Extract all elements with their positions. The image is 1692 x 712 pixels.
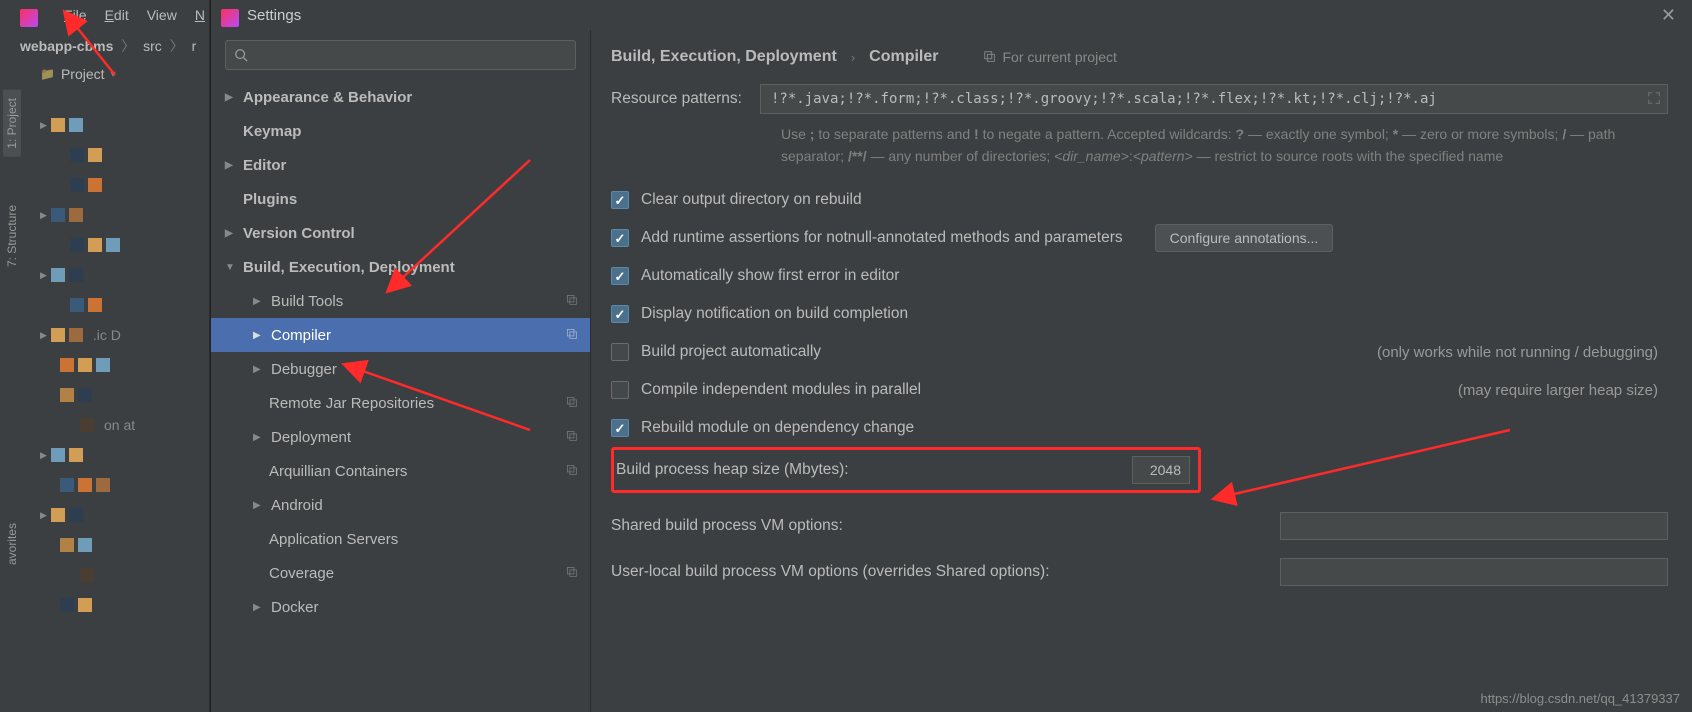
scope-icon bbox=[565, 463, 578, 480]
search-icon bbox=[234, 48, 248, 62]
menubar: FFileile EditEdit View N bbox=[0, 0, 209, 30]
chk-build-auto-label: Build project automatically bbox=[641, 343, 821, 361]
resource-patterns-hint: Use ; to separate patterns and ! to nega… bbox=[781, 124, 1668, 167]
nav-build-exec-deploy[interactable]: ▼Build, Execution, Deployment bbox=[211, 250, 590, 284]
resource-patterns-label: Resource patterns: bbox=[611, 90, 742, 108]
heap-size-label: Build process heap size (Mbytes): bbox=[616, 461, 849, 479]
sidetab-favorites[interactable]: avorites bbox=[3, 515, 21, 573]
watermark: https://blog.csdn.net/qq_41379337 bbox=[1481, 691, 1681, 706]
menu-edit[interactable]: EditEdit bbox=[105, 7, 129, 23]
nav-debugger[interactable]: ▶Debugger bbox=[211, 352, 590, 386]
settings-dialog: Settings ✕ ▶Appearance & Behavior Keymap… bbox=[210, 0, 1692, 712]
nav-arquillian[interactable]: Arquillian Containers bbox=[211, 454, 590, 488]
breadcrumb: webapp-cbms 〉 src 〉 r bbox=[0, 30, 209, 62]
menu-n[interactable]: N bbox=[195, 7, 205, 23]
shared-vm-label: Shared build process VM options: bbox=[611, 517, 843, 535]
heap-size-highlight: Build process heap size (Mbytes): bbox=[611, 447, 1201, 493]
for-current-project: For current project bbox=[983, 49, 1117, 65]
chk-clear-output[interactable] bbox=[611, 191, 629, 209]
nav-appearance[interactable]: ▶Appearance & Behavior bbox=[211, 80, 590, 114]
search-input[interactable] bbox=[254, 48, 567, 63]
breadcrumb-root[interactable]: webapp-cbms bbox=[20, 38, 113, 54]
chk-build-notification[interactable] bbox=[611, 305, 629, 323]
nav-docker[interactable]: ▶Docker bbox=[211, 590, 590, 624]
scope-icon bbox=[565, 293, 578, 310]
nav-android[interactable]: ▶Android bbox=[211, 488, 590, 522]
chk-parallel-hint: (may require larger heap size) bbox=[1458, 382, 1668, 399]
resource-patterns-input[interactable]: !?*.java;!?*.form;!?*.class;!?*.groovy;!… bbox=[760, 84, 1668, 114]
chk-build-auto[interactable] bbox=[611, 343, 629, 361]
content-breadcrumb-root[interactable]: Build, Execution, Deployment bbox=[611, 48, 837, 66]
configure-annotations-button[interactable]: Configure annotations... bbox=[1155, 224, 1334, 252]
user-vm-input[interactable] bbox=[1280, 558, 1668, 586]
chk-parallel[interactable] bbox=[611, 381, 629, 399]
scope-icon bbox=[565, 395, 578, 412]
expand-icon[interactable] bbox=[1647, 91, 1661, 109]
project-header[interactable]: Project ▾ bbox=[0, 62, 209, 86]
scope-icon bbox=[565, 327, 578, 344]
sidetab-structure[interactable]: 7: Structure bbox=[3, 197, 21, 275]
chk-auto-first-error-label: Automatically show first error in editor bbox=[641, 267, 899, 285]
sidetab-project[interactable]: 1: Project bbox=[3, 90, 21, 157]
settings-content: Build, Execution, Deployment › Compiler … bbox=[591, 30, 1692, 712]
intellij-logo-icon bbox=[221, 9, 239, 27]
settings-nav: ▶Appearance & Behavior Keymap ▶Editor Pl… bbox=[211, 30, 591, 712]
chk-rebuild-dep[interactable] bbox=[611, 419, 629, 437]
heap-size-input[interactable] bbox=[1132, 456, 1190, 484]
nav-keymap[interactable]: Keymap bbox=[211, 114, 590, 148]
chk-rebuild-dep-label: Rebuild module on dependency change bbox=[641, 419, 914, 437]
chk-build-auto-hint: (only works while not running / debuggin… bbox=[1377, 344, 1668, 361]
nav-version-control[interactable]: ▶Version Control bbox=[211, 216, 590, 250]
chk-build-notification-label: Display notification on build completion bbox=[641, 305, 908, 323]
chk-notnull-assert[interactable] bbox=[611, 229, 629, 247]
scope-icon bbox=[565, 565, 578, 582]
chk-parallel-label: Compile independent modules in parallel bbox=[641, 381, 921, 399]
menu-view[interactable]: View bbox=[147, 7, 177, 23]
project-tree: ▶ ▶ ▶ ▶.ic D on at ▶ ▶ bbox=[30, 110, 209, 712]
content-breadcrumb-leaf: Compiler bbox=[869, 48, 938, 66]
chk-auto-first-error[interactable] bbox=[611, 267, 629, 285]
breadcrumb-src[interactable]: src bbox=[143, 38, 162, 54]
nav-plugins[interactable]: Plugins bbox=[211, 182, 590, 216]
scope-icon bbox=[565, 429, 578, 446]
shared-vm-input[interactable] bbox=[1280, 512, 1668, 540]
nav-remote-jar[interactable]: Remote Jar Repositories bbox=[211, 386, 590, 420]
intellij-logo-icon bbox=[20, 9, 38, 27]
nav-editor[interactable]: ▶Editor bbox=[211, 148, 590, 182]
dialog-titlebar: Settings ✕ bbox=[211, 0, 1692, 30]
user-vm-label: User-local build process VM options (ove… bbox=[611, 563, 1050, 581]
chk-notnull-assert-label: Add runtime assertions for notnull-annot… bbox=[641, 229, 1123, 247]
nav-compiler[interactable]: ▶Compiler bbox=[211, 318, 590, 352]
dialog-title: Settings bbox=[247, 7, 301, 24]
search-input-container[interactable] bbox=[225, 40, 576, 70]
breadcrumb-r[interactable]: r bbox=[192, 38, 197, 54]
scope-icon bbox=[983, 50, 997, 64]
nav-coverage[interactable]: Coverage bbox=[211, 556, 590, 590]
nav-app-servers[interactable]: Application Servers bbox=[211, 522, 590, 556]
nav-build-tools[interactable]: ▶Build Tools bbox=[211, 284, 590, 318]
nav-deployment[interactable]: ▶Deployment bbox=[211, 420, 590, 454]
close-icon[interactable]: ✕ bbox=[1655, 5, 1682, 26]
ide-background: FFileile EditEdit View N webapp-cbms 〉 s… bbox=[0, 0, 210, 712]
chk-clear-output-label: Clear output directory on rebuild bbox=[641, 191, 862, 209]
menu-file[interactable]: FFileile bbox=[64, 7, 87, 23]
